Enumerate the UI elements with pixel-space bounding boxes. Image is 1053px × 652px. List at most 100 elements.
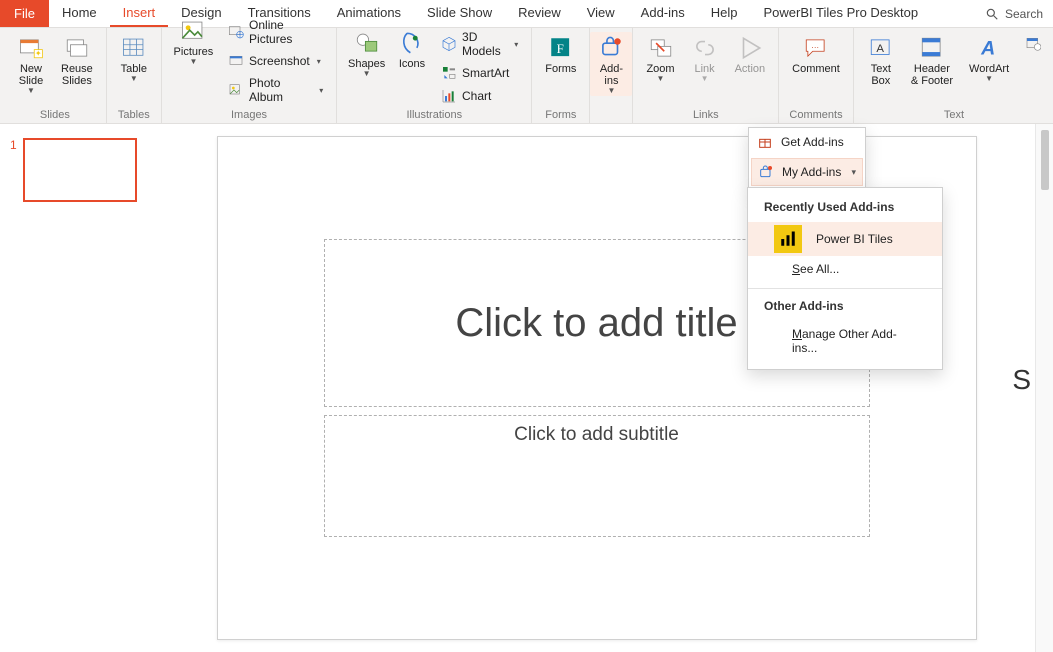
date-time-button[interactable]	[1020, 32, 1046, 54]
chart-icon	[441, 88, 457, 104]
tab-help[interactable]: Help	[698, 0, 751, 27]
zoom-button[interactable]: Zoom ▼	[641, 32, 679, 85]
addins-dropdown: Get Add-ins My Add-ins ▾	[748, 127, 866, 189]
chevron-down-icon: ▼	[130, 77, 138, 81]
thumbnail-pane: 1	[0, 124, 158, 652]
tab-home[interactable]: Home	[49, 0, 110, 27]
menu-separator	[748, 288, 942, 289]
store-icon	[757, 134, 773, 150]
new-slide-button[interactable]: ✦ New Slide ▼	[12, 32, 50, 97]
slide-thumbnail-1[interactable]: 1	[10, 138, 148, 202]
tab-view[interactable]: View	[574, 0, 628, 27]
cube-3d-icon	[441, 36, 457, 52]
group-text: A Text Box Header & Footer A WordArt ▼ T…	[854, 28, 1053, 123]
wordart-icon: A	[975, 35, 1003, 61]
pictures-icon	[179, 18, 207, 44]
chevron-down-icon: ▼	[607, 89, 615, 93]
screenshot-button[interactable]: Screenshot ▾	[223, 50, 328, 72]
text-box-icon: A	[867, 35, 895, 61]
addin-powerbi-tiles[interactable]: Power BI Tiles	[748, 222, 942, 256]
group-label-addins	[590, 119, 632, 121]
table-icon	[120, 35, 148, 61]
group-label-tables: Tables	[115, 107, 153, 121]
svg-text:A: A	[876, 43, 884, 55]
action-icon	[736, 35, 764, 61]
group-label-text: Text	[862, 107, 1046, 121]
group-slides: ✦ New Slide ▼ Reuse Slides Slides	[4, 28, 107, 123]
smartart-button[interactable]: SmartArt	[436, 62, 523, 84]
workspace: 1 Click to add title Click to add subtit…	[0, 124, 1053, 652]
group-label-comments: Comments	[787, 107, 845, 121]
text-box-button[interactable]: A Text Box	[862, 32, 900, 91]
group-label-links: Links	[641, 107, 770, 121]
reuse-slides-button[interactable]: Reuse Slides	[56, 32, 98, 91]
tab-powerbi-tiles[interactable]: PowerBI Tiles Pro Desktop	[751, 0, 932, 27]
tab-addins[interactable]: Add-ins	[628, 0, 698, 27]
my-addins-submenu: Recently Used Add-ins Power BI Tiles See…	[747, 187, 943, 370]
powerbi-icon	[774, 225, 802, 253]
search-icon	[985, 7, 999, 21]
group-images: Pictures ▼ Online Pictures Screenshot ▾ …	[162, 28, 337, 123]
comment-icon: …	[802, 35, 830, 61]
vertical-scrollbar[interactable]	[1035, 124, 1053, 652]
search-box[interactable]: Search	[975, 7, 1053, 21]
smartart-icon	[441, 65, 457, 81]
manage-other-addins[interactable]: Manage Other Add-ins...	[748, 321, 942, 363]
pictures-button[interactable]: Pictures ▼	[170, 15, 217, 68]
online-pictures-icon	[228, 24, 244, 40]
group-label-images: Images	[170, 107, 328, 121]
icons-button[interactable]: Icons	[394, 27, 430, 74]
wordart-button[interactable]: A WordArt ▼	[964, 32, 1014, 85]
tab-slideshow[interactable]: Slide Show	[414, 0, 505, 27]
group-addins: Add- ins ▼	[590, 28, 633, 123]
group-label-slides: Slides	[12, 107, 98, 121]
forms-button[interactable]: F Forms	[540, 32, 581, 79]
reuse-slides-icon	[63, 35, 91, 61]
svg-text:✦: ✦	[35, 49, 42, 58]
online-pictures-button[interactable]: Online Pictures	[223, 15, 328, 49]
tab-strip: File Home Insert Design Transitions Anim…	[0, 0, 1053, 28]
chart-button[interactable]: Chart	[436, 85, 523, 107]
slide-thumbnail[interactable]	[23, 138, 137, 202]
subtitle-placeholder[interactable]: Click to add subtitle	[324, 415, 870, 537]
truncated-scroll-hint: S	[1012, 364, 1031, 396]
tab-animations[interactable]: Animations	[324, 0, 414, 27]
photo-album-button[interactable]: Photo Album ▾	[223, 73, 328, 107]
chevron-down-icon: ▼	[657, 77, 665, 81]
comment-button[interactable]: … Comment	[787, 32, 845, 79]
header-footer-button[interactable]: Header & Footer	[906, 32, 958, 91]
svg-text:A: A	[980, 38, 995, 60]
chevron-down-icon: ▾	[317, 57, 321, 66]
get-addins-item[interactable]: Get Add-ins	[749, 128, 865, 156]
group-comments: … Comment Comments	[779, 28, 854, 123]
action-button: Action	[730, 32, 771, 79]
header-footer-icon	[918, 35, 946, 61]
icons-icon	[398, 30, 426, 56]
scrollbar-thumb[interactable]	[1041, 130, 1049, 190]
group-forms: F Forms Forms	[532, 28, 590, 123]
chevron-down-icon: ▼	[363, 72, 371, 76]
addins-icon	[597, 35, 625, 61]
group-links: Zoom ▼ Link ▼ Action Links	[633, 28, 779, 123]
chevron-down-icon: ▾	[851, 167, 856, 178]
tab-review[interactable]: Review	[505, 0, 574, 27]
forms-icon: F	[547, 35, 575, 61]
my-addins-item[interactable]: My Add-ins ▾	[751, 158, 863, 186]
link-button: Link ▼	[686, 32, 724, 85]
slide-number: 1	[10, 138, 17, 152]
tab-insert[interactable]: Insert	[110, 0, 169, 27]
ribbon-insert: ✦ New Slide ▼ Reuse Slides Slides Table …	[0, 28, 1053, 124]
tab-file[interactable]: File	[0, 0, 49, 27]
chevron-down-icon: ▼	[701, 77, 709, 81]
chevron-down-icon: ▼	[27, 89, 35, 93]
date-time-icon	[1025, 35, 1041, 51]
see-all-addins[interactable]: See All...	[748, 256, 942, 284]
shapes-icon	[353, 30, 381, 56]
3d-models-button[interactable]: 3D Models ▾	[436, 27, 523, 61]
group-illustrations: Shapes ▼ Icons 3D Models ▾ SmartArt	[337, 28, 532, 123]
chevron-down-icon: ▼	[985, 77, 993, 81]
svg-text:…: …	[811, 41, 819, 50]
shapes-button[interactable]: Shapes ▼	[345, 27, 388, 80]
addins-button[interactable]: Add- ins ▼	[590, 32, 632, 96]
table-button[interactable]: Table ▼	[115, 32, 153, 85]
